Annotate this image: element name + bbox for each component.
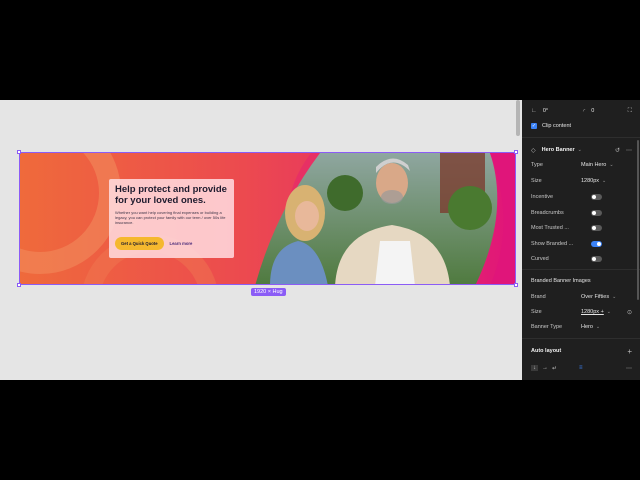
horizontal-direction-icon[interactable]: →	[542, 365, 548, 371]
prop-value[interactable]: Main Hero	[581, 162, 606, 168]
prop-label: Type	[531, 162, 543, 168]
breadcrumbs-toggle[interactable]	[591, 210, 602, 216]
hero-body-text: Whether you want help covering final exp…	[115, 210, 226, 226]
frame-size-badge: 1920 × Hug	[251, 288, 286, 296]
reset-instance-icon[interactable]: ↺	[615, 147, 620, 154]
prop-label: Banner Type	[531, 324, 563, 330]
prop-row-size[interactable]: Size 1280px ⌄	[531, 176, 632, 186]
prop-label: Size	[531, 309, 542, 315]
variable-icon[interactable]: ⊙	[627, 309, 632, 316]
vertical-direction-icon[interactable]: ↓	[531, 365, 538, 371]
prop-label: Size	[531, 178, 542, 184]
divider	[522, 137, 640, 138]
show-branded-toggle[interactable]	[591, 241, 602, 247]
app: Help protect and provide for your loved …	[0, 100, 640, 380]
resize-handle-top-left[interactable]	[17, 150, 21, 154]
toggle-label: Curved	[531, 256, 549, 262]
auto-layout-title: Auto layout	[531, 348, 562, 354]
prop-label: Brand	[531, 294, 546, 300]
more-options-icon[interactable]: ⋯	[626, 365, 632, 372]
chevron-down-icon[interactable]: ⌄	[578, 147, 582, 153]
clip-content-checkbox[interactable]: ✓	[531, 123, 537, 129]
auto-layout-controls: ↓ → ↵ ≡ ⋯	[531, 363, 632, 373]
rotation-icon: ∟	[531, 108, 537, 114]
wrap-direction-icon[interactable]: ↵	[552, 365, 557, 372]
corner-radius-icon: ◜	[582, 108, 586, 115]
design-canvas[interactable]: Help protect and provide for your loved …	[0, 100, 522, 380]
corner-radius-value[interactable]: 0	[591, 108, 594, 114]
toggle-row-breadcrumbs[interactable]: Breadcrumbs	[531, 208, 632, 218]
branded-section-title: Branded Banner Images	[531, 278, 591, 284]
alignment-icon[interactable]: ≡	[579, 365, 583, 371]
toggle-label: Most Trusted ...	[531, 225, 569, 231]
toggle-row-show-branded[interactable]: Show Branded ...	[531, 239, 632, 249]
canvas-scrollbar[interactable]	[516, 100, 520, 136]
component-header: ◇ Hero Banner ⌄ ↺ ⋯	[531, 145, 632, 155]
quick-quote-button[interactable]: Get a Quick Quote	[115, 237, 164, 250]
more-options-icon[interactable]: ⋯	[626, 147, 632, 154]
chevron-down-icon[interactable]: ⌄	[609, 162, 613, 168]
hero-text-card: Help protect and provide for your loved …	[109, 179, 234, 258]
toggle-label: Show Branded ...	[531, 241, 574, 247]
prop-row-branded-size[interactable]: Size 1280px + ⌄ ⊙	[531, 307, 632, 317]
resize-handle-top-right[interactable]	[514, 150, 518, 154]
curved-toggle[interactable]	[591, 256, 602, 262]
panel-scrollbar[interactable]	[637, 140, 639, 300]
hero-banner-frame[interactable]: Help protect and provide for your loved …	[19, 152, 516, 285]
chevron-down-icon[interactable]: ⌄	[612, 294, 616, 300]
component-title[interactable]: Hero Banner	[542, 147, 575, 153]
resize-handle-bottom-left[interactable]	[17, 283, 21, 287]
cta-row: Get a Quick Quote Learn more	[115, 237, 192, 250]
prop-value[interactable]: Over Fifties	[581, 294, 609, 300]
add-icon[interactable]: +	[627, 347, 632, 356]
clip-content-row[interactable]: ✓ Clip content	[531, 121, 632, 131]
transform-row: ∟ 0° ◜ 0 ⛶	[531, 106, 632, 116]
toggle-row-curved[interactable]: Curved	[531, 254, 632, 264]
most-trusted-toggle[interactable]	[591, 225, 602, 231]
chevron-down-icon[interactable]: ⌄	[602, 178, 606, 184]
toggle-row-most-trusted[interactable]: Most Trusted ...	[531, 223, 632, 233]
prop-row-brand[interactable]: Brand Over Fifties ⌄	[531, 292, 632, 302]
branded-section-header: Branded Banner Images	[531, 276, 632, 286]
expand-corners-icon[interactable]: ⛶	[628, 108, 632, 115]
prop-value[interactable]: Hero	[581, 324, 593, 330]
toggle-label: Incentive	[531, 194, 554, 200]
learn-more-link[interactable]: Learn more	[170, 241, 193, 246]
prop-value[interactable]: 1280px +	[581, 309, 604, 315]
resize-handle-bottom-right[interactable]	[514, 283, 518, 287]
divider	[522, 269, 640, 270]
toggle-row-incentive[interactable]: Incentive	[531, 192, 632, 202]
clip-content-label: Clip content	[542, 123, 572, 129]
prop-row-banner-type[interactable]: Banner Type Hero ⌄	[531, 322, 632, 332]
prop-value[interactable]: 1280px	[581, 178, 599, 184]
properties-panel: ∟ 0° ◜ 0 ⛶ ✓ Clip content ◇ Hero Banner …	[522, 100, 640, 380]
prop-row-type[interactable]: Type Main Hero ⌄	[531, 160, 632, 170]
component-instance-icon: ◇	[531, 147, 536, 154]
banner-background	[20, 153, 515, 284]
chevron-down-icon[interactable]: ⌄	[596, 324, 600, 330]
hero-headline: Help protect and provide for your loved …	[115, 184, 227, 206]
rotation-value[interactable]: 0°	[543, 108, 583, 114]
incentive-toggle[interactable]	[591, 194, 602, 200]
toggle-label: Breadcrumbs	[531, 210, 564, 216]
chevron-down-icon[interactable]: ⌄	[607, 309, 611, 315]
auto-layout-header: Auto layout +	[531, 346, 632, 356]
divider	[522, 338, 640, 339]
